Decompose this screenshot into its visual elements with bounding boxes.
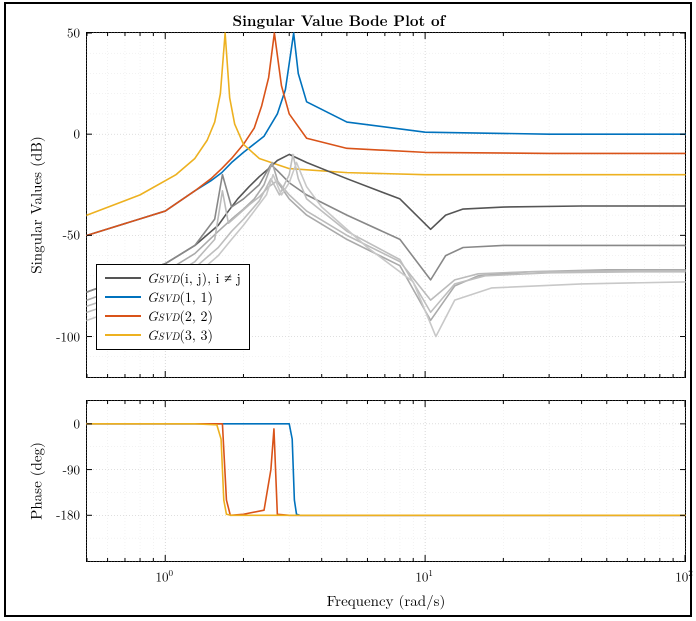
mag-ytick-0: -100 bbox=[56, 326, 80, 345]
xtick-0: 100 bbox=[155, 566, 173, 585]
legend-label-offdiag: GSVD(i, j), i ≠ j bbox=[147, 269, 241, 288]
legend-swatch-22 bbox=[105, 315, 141, 317]
xlabel: Frequency (rad/s) bbox=[327, 590, 446, 611]
legend-item-11: GSVD(1, 1) bbox=[105, 288, 241, 307]
legend-swatch-33 bbox=[105, 334, 141, 336]
phase-ytick-1: -90 bbox=[63, 459, 80, 478]
phase-plot-area bbox=[87, 401, 685, 561]
xtick-2: 102 bbox=[675, 566, 693, 585]
mag-ytick-2: 0 bbox=[74, 124, 81, 143]
legend-item-22: GSVD(2, 2) bbox=[105, 307, 241, 326]
legend-swatch-11 bbox=[105, 296, 141, 298]
legend-label-11: GSVD(1, 1) bbox=[147, 288, 213, 307]
bode-figure: Singular Value Bode Plot of Transformed … bbox=[0, 0, 696, 621]
phase-ytick-2: 0 bbox=[74, 413, 81, 432]
magnitude-ylabel: Singular Values (dB) bbox=[26, 136, 47, 273]
legend-item-33: GSVD(3, 3) bbox=[105, 326, 241, 345]
phase-ylabel: Phase (deg) bbox=[26, 442, 47, 520]
legend-swatch-offdiag bbox=[105, 277, 141, 279]
legend-label-22: GSVD(2, 2) bbox=[147, 307, 213, 326]
mag-ytick-3: 50 bbox=[67, 23, 80, 42]
phase-panel bbox=[86, 400, 686, 562]
phase-ytick-0: -180 bbox=[56, 505, 80, 524]
legend: GSVD(i, j), i ≠ j GSVD(1, 1) GSVD(2, 2) … bbox=[96, 264, 250, 350]
legend-label-33: GSVD(3, 3) bbox=[147, 326, 213, 345]
mag-ytick-1: -50 bbox=[63, 225, 80, 244]
xtick-1: 101 bbox=[415, 566, 433, 585]
legend-item-offdiag: GSVD(i, j), i ≠ j bbox=[105, 269, 241, 288]
